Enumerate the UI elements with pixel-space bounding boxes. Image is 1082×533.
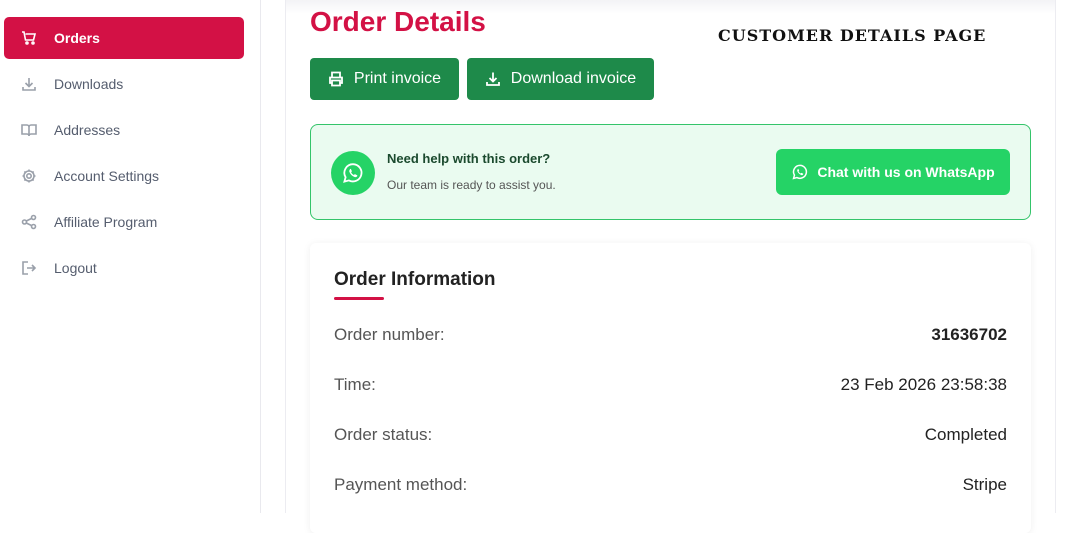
whatsapp-icon bbox=[331, 151, 375, 195]
cart-icon bbox=[20, 29, 38, 47]
printer-icon bbox=[329, 71, 343, 87]
sidebar-item-affiliate-program[interactable]: Affiliate Program bbox=[4, 201, 244, 243]
sidebar: Orders Downloads Addresses Account Setti… bbox=[0, 0, 261, 513]
whatsapp-chat-label: Chat with us on WhatsApp bbox=[817, 164, 995, 180]
sidebar-item-label: Orders bbox=[54, 30, 100, 46]
order-number-value: 31636702 bbox=[931, 325, 1007, 344]
book-icon bbox=[20, 121, 38, 139]
sidebar-item-orders[interactable]: Orders bbox=[4, 17, 244, 59]
content-divider bbox=[285, 0, 286, 513]
title-underline bbox=[334, 297, 384, 300]
sidebar-item-label: Logout bbox=[54, 260, 97, 276]
payment-method-value: Stripe bbox=[962, 475, 1007, 494]
sidebar-item-logout[interactable]: Logout bbox=[4, 247, 244, 289]
help-banner: Need help with this order? Our team is r… bbox=[310, 124, 1031, 220]
sidebar-item-account-settings[interactable]: Account Settings bbox=[4, 155, 244, 197]
page-title: Order Details bbox=[310, 6, 486, 37]
download-icon bbox=[485, 72, 500, 86]
sidebar-item-label: Account Settings bbox=[54, 168, 160, 184]
help-title: Need help with this order? bbox=[387, 151, 551, 166]
print-invoice-button[interactable]: Print invoice bbox=[310, 58, 459, 100]
download-invoice-button[interactable]: Download invoice bbox=[467, 58, 654, 100]
sidebar-item-addresses[interactable]: Addresses bbox=[4, 109, 244, 151]
order-status-label: Order status: bbox=[334, 425, 433, 444]
time-value: 23 Feb 2026 23:58:38 bbox=[840, 375, 1007, 394]
sidebar-item-downloads[interactable]: Downloads bbox=[4, 63, 244, 105]
whatsapp-icon bbox=[792, 164, 808, 180]
sidebar-item-label: Downloads bbox=[54, 76, 124, 92]
order-information-card: Order Information Order number: 31636702… bbox=[310, 243, 1031, 533]
download-icon bbox=[20, 75, 38, 93]
help-subtitle: Our team is ready to assist you. bbox=[387, 178, 556, 192]
logout-icon bbox=[20, 259, 38, 277]
payment-method-label: Payment method: bbox=[334, 475, 468, 494]
order-information-title: Order Information bbox=[334, 269, 496, 290]
print-invoice-label: Print invoice bbox=[353, 70, 442, 87]
page-stamp-label: CUSTOMER DETAILS PAGE bbox=[718, 26, 987, 45]
order-status-value: Completed bbox=[924, 425, 1007, 444]
whatsapp-chat-button[interactable]: Chat with us on WhatsApp bbox=[776, 149, 1010, 195]
sidebar-item-label: Addresses bbox=[54, 122, 121, 138]
time-label: Time: bbox=[334, 375, 376, 394]
order-number-label: Order number: bbox=[334, 325, 445, 344]
gear-icon bbox=[20, 167, 38, 185]
download-invoice-label: Download invoice bbox=[510, 70, 637, 87]
sidebar-item-label: Affiliate Program bbox=[54, 214, 158, 230]
share-icon bbox=[20, 213, 38, 231]
content-divider bbox=[1055, 0, 1056, 513]
